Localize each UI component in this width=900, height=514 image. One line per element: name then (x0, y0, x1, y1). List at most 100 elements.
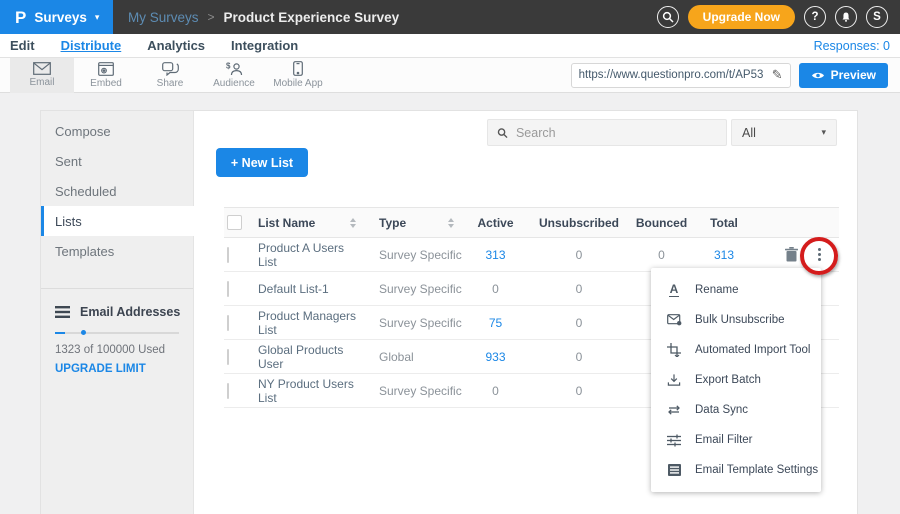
sidebar-item-compose[interactable]: Compose (41, 116, 193, 146)
toolbar-tab-label: Mobile App (273, 78, 322, 89)
list-name[interactable]: NY Product Users List (258, 377, 364, 405)
active-count[interactable]: 75 (462, 316, 529, 330)
distribute-toolbar: Email Embed Share $ Audience Mobile App … (0, 58, 900, 93)
toolbar-tab-label: Embed (90, 78, 122, 89)
menu-item-label: Email Filter (695, 434, 753, 446)
unsubscribed-count: 0 (529, 384, 629, 398)
lists-main: All ▾ + New List List Name Type Active U… (194, 111, 857, 514)
embed-icon (98, 62, 114, 76)
sort-type-icon[interactable] (448, 218, 454, 228)
survey-url-field[interactable]: https://www.questionpro.com/t/AP53kZgfo … (571, 63, 791, 88)
row-checkbox[interactable] (227, 247, 229, 263)
list-type: Survey Specific (364, 316, 462, 330)
new-list-button[interactable]: + New List (216, 148, 308, 177)
email-filter-icon (666, 434, 682, 447)
menu-item-automated-import[interactable]: Automated Import Tool (651, 335, 821, 365)
list-type: Survey Specific (364, 384, 462, 398)
email-icon (33, 62, 51, 75)
sort-list-name-icon[interactable] (350, 218, 356, 228)
automated-import-icon (666, 343, 682, 357)
sidebar-item-templates[interactable]: Templates (41, 236, 193, 266)
table-row: Product A Users List Survey Specific 313… (224, 238, 839, 272)
col-bounced: Bounced (629, 216, 694, 230)
menu-item-label: Export Batch (695, 374, 761, 386)
avatar[interactable]: S (866, 6, 888, 28)
toolbar-tab-mobile-app[interactable]: Mobile App (266, 58, 330, 93)
list-name[interactable]: Default List-1 (258, 282, 364, 296)
list-type: Survey Specific (364, 282, 462, 296)
sidebar-item-lists[interactable]: Lists (41, 206, 194, 236)
sidebar-item-sent[interactable]: Sent (41, 146, 193, 176)
toolbar-tab-label: Share (157, 78, 184, 89)
data-sync-icon (666, 404, 682, 416)
help-button[interactable]: ? (804, 6, 826, 28)
active-count[interactable]: 933 (462, 350, 529, 364)
upgrade-limit-link[interactable]: UPGRADE LIMIT (41, 363, 193, 375)
svg-text:$: $ (226, 62, 231, 71)
list-type-filter[interactable]: All ▾ (731, 119, 837, 146)
menu-item-email-filter[interactable]: Email Filter (651, 425, 821, 455)
toolbar-tab-share[interactable]: Share (138, 58, 202, 93)
bounced-count: 0 (629, 248, 694, 262)
list-search[interactable] (487, 119, 727, 146)
sidebar-divider (41, 288, 193, 289)
breadcrumb-separator: > (208, 10, 215, 24)
edit-url-icon[interactable]: ✎ (772, 67, 783, 83)
toolbar-tab-audience[interactable]: $ Audience (202, 58, 266, 93)
menu-item-export-batch[interactable]: Export Batch (651, 365, 821, 395)
col-total: Total (694, 216, 754, 230)
list-icon (55, 306, 70, 318)
toolbar-tab-embed[interactable]: Embed (74, 58, 138, 93)
row-menu-button[interactable] (816, 246, 823, 263)
breadcrumb-parent[interactable]: My Surveys (128, 10, 199, 25)
upgrade-now-button[interactable]: Upgrade Now (688, 5, 795, 29)
menu-item-bulk-unsubscribe[interactable]: Bulk Unsubscribe (651, 305, 821, 335)
menu-item-label: Rename (695, 284, 738, 296)
select-all-checkbox[interactable] (227, 215, 242, 230)
menu-item-email-template-settings[interactable]: Email Template Settings (651, 455, 821, 485)
app-bar: P Surveys ▾ My Surveys > Product Experie… (0, 0, 900, 34)
list-name[interactable]: Product A Users List (258, 241, 364, 269)
menu-item-label: Bulk Unsubscribe (695, 314, 784, 326)
tab-distribute[interactable]: Distribute (61, 38, 122, 53)
global-search-button[interactable] (657, 6, 679, 28)
responses-count[interactable]: Responses: 0 (814, 39, 890, 53)
list-name[interactable]: Global Products User (258, 343, 364, 371)
row-checkbox[interactable] (227, 315, 229, 331)
active-count: 0 (462, 384, 529, 398)
sidebar-item-scheduled[interactable]: Scheduled (41, 176, 193, 206)
chevron-down-icon: ▾ (95, 13, 100, 22)
toolbar-tab-email[interactable]: Email (10, 58, 74, 93)
preview-button[interactable]: Preview (799, 63, 888, 88)
survey-url-value[interactable]: https://www.questionpro.com/t/AP53kZgfo (579, 69, 764, 81)
product-switcher[interactable]: P Surveys ▾ (0, 0, 113, 34)
row-actions (754, 246, 839, 263)
menu-item-label: Data Sync (695, 404, 748, 416)
row-checkbox[interactable] (227, 281, 229, 297)
row-checkbox[interactable] (227, 349, 229, 365)
list-type: Survey Specific (364, 248, 462, 262)
filter-value: All (742, 126, 756, 140)
email-usage-progress-fill (55, 332, 65, 334)
col-list-name: List Name (258, 216, 315, 230)
menu-item-data-sync[interactable]: Data Sync (651, 395, 821, 425)
lists-card: Compose Sent Scheduled Lists Templates E… (40, 110, 858, 514)
search-input[interactable] (516, 126, 717, 140)
unsubscribed-count: 0 (529, 316, 629, 330)
menu-item-rename[interactable]: A Rename (651, 275, 821, 305)
list-name[interactable]: Product Managers List (258, 309, 364, 337)
delete-list-button[interactable] (785, 247, 798, 262)
email-usage-text: 1323 of 100000 Used (41, 344, 193, 356)
survey-nav: Edit Distribute Analytics Integration Re… (0, 34, 900, 58)
active-count[interactable]: 313 (462, 248, 529, 262)
tab-edit[interactable]: Edit (10, 38, 35, 53)
email-usage-progress-dot (81, 330, 86, 335)
tab-analytics[interactable]: Analytics (147, 38, 205, 53)
row-checkbox[interactable] (227, 383, 229, 399)
notifications-button[interactable] (835, 6, 857, 28)
rename-icon: A (666, 283, 682, 297)
email-addresses-title: Email Addresses (80, 305, 180, 319)
total-count[interactable]: 313 (694, 248, 754, 262)
tab-integration[interactable]: Integration (231, 38, 298, 53)
email-usage-progress (55, 332, 179, 334)
